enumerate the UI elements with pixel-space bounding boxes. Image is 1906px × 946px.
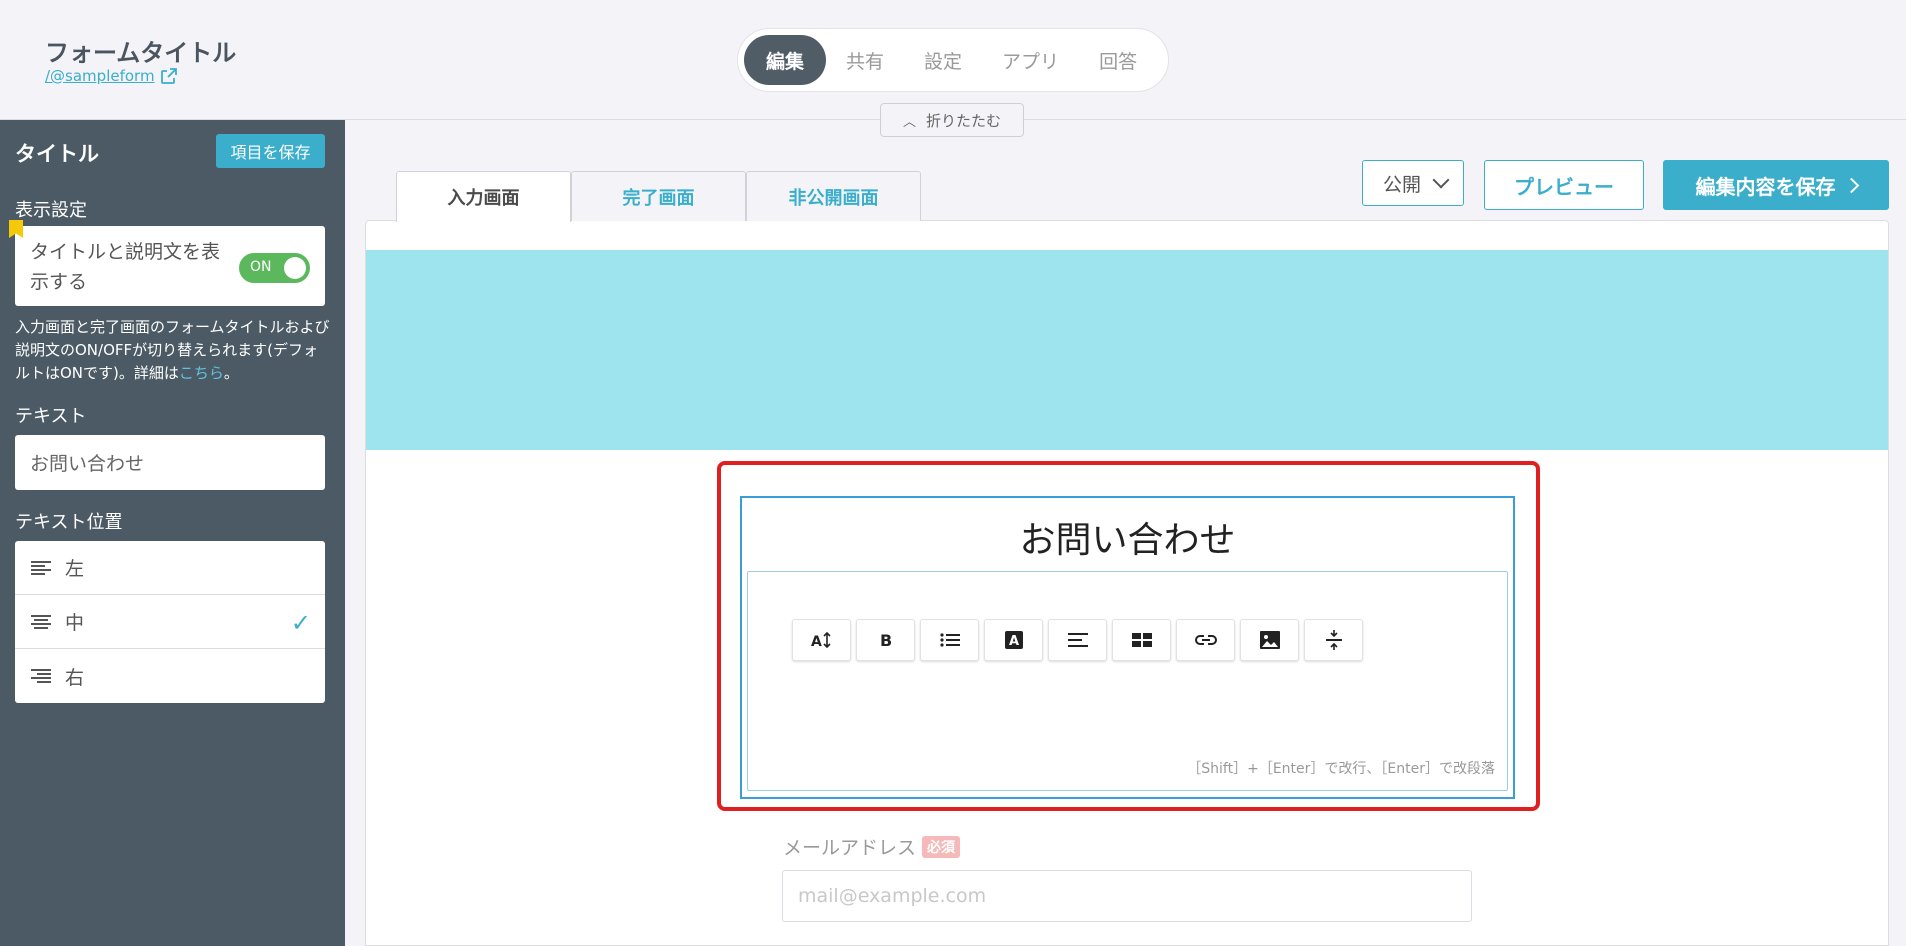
position-left-label: 左 [65, 558, 85, 580]
collapse-label: 折りたたむ [926, 111, 1002, 130]
save-item-button[interactable]: 項目を保存 [216, 134, 325, 168]
display-toggle-card: タイトルと説明文を表示する ON [15, 226, 325, 306]
publish-status-select[interactable]: 公開 [1362, 160, 1464, 206]
align-center-icon [31, 614, 51, 629]
title-text-value: お問い合わせ [30, 453, 145, 475]
app-header: フォームタイトル /@sampleform 編集 共有 設定 アプリ 回答 [0, 0, 1906, 120]
nav-edit[interactable]: 編集 [744, 35, 827, 85]
chevron-up-icon: ︿ [902, 114, 916, 130]
required-badge: 必須 [922, 835, 961, 858]
form-url-link[interactable]: /@sampleform [45, 67, 177, 85]
nav-settings[interactable]: 設定 [904, 35, 982, 85]
checkmark-icon: ✓ [290, 609, 311, 637]
email-field-label: メールアドレス 必須 [783, 833, 961, 860]
title-text-input[interactable]: お問い合わせ [15, 435, 325, 490]
help-link[interactable]: こちら [179, 364, 224, 382]
chevron-right-icon [1843, 177, 1859, 193]
nav-apps[interactable]: アプリ [982, 35, 1079, 85]
tab-complete-screen[interactable]: 完了画面 [571, 171, 746, 221]
form-title: フォームタイトル [45, 39, 237, 67]
preview-button[interactable]: プレビュー [1484, 160, 1644, 210]
position-center-label: 中 [65, 612, 85, 634]
external-link-icon [160, 68, 177, 84]
display-settings-label: 表示設定 [15, 200, 87, 221]
publish-status-value: 公開 [1383, 173, 1422, 196]
screen-tabs: 入力画面 完了画面 非公開画面 [396, 171, 921, 222]
position-right[interactable]: 右 [15, 649, 325, 703]
header-banner[interactable] [366, 250, 1888, 450]
position-right-label: 右 [65, 666, 85, 689]
chevron-down-icon [1432, 171, 1450, 189]
align-right-icon [31, 669, 51, 683]
selection-highlight [717, 461, 1540, 811]
settings-sidebar: タイトル 項目を保存 表示設定 タイトルと説明文を表示する ON 入力画面と完了… [0, 120, 345, 946]
toggle-description: タイトルと説明文を表示する [30, 241, 221, 293]
display-help-text: 入力画面と完了画面のフォームタイトルおよび説明文のON/OFFが切り替えられます… [15, 316, 331, 385]
main-nav: 編集 共有 設定 アプリ 回答 [737, 28, 1169, 92]
help-text-end: 。 [223, 364, 239, 382]
sidebar-title: タイトル [15, 142, 99, 166]
position-center[interactable]: 中 ✓ [15, 595, 325, 649]
nav-share[interactable]: 共有 [826, 35, 904, 85]
save-changes-label: 編集内容を保存 [1695, 174, 1836, 199]
tab-private-screen[interactable]: 非公開画面 [746, 171, 921, 221]
text-position-list: 左 中 ✓ 右 [15, 541, 325, 703]
email-input[interactable] [782, 870, 1472, 922]
form-url-text: /@sampleform [45, 67, 155, 85]
nav-responses[interactable]: 回答 [1079, 35, 1157, 85]
toggle-state-label: ON [250, 259, 272, 275]
show-title-toggle[interactable]: ON [239, 253, 310, 283]
save-changes-button[interactable]: 編集内容を保存 [1663, 160, 1889, 210]
position-left[interactable]: 左 [15, 541, 325, 595]
text-position-label: テキスト位置 [15, 512, 123, 533]
help-text: 入力画面と完了画面のフォームタイトルおよび説明文のON/OFFが切り替えられます… [15, 318, 330, 382]
email-label-text: メールアドレス [783, 837, 917, 859]
tab-input-screen[interactable]: 入力画面 [396, 171, 571, 222]
text-section-label: テキスト [15, 406, 87, 427]
collapse-button[interactable]: ︿ 折りたたむ [880, 103, 1024, 137]
align-left-icon [31, 560, 51, 575]
toggle-knob [284, 257, 306, 279]
